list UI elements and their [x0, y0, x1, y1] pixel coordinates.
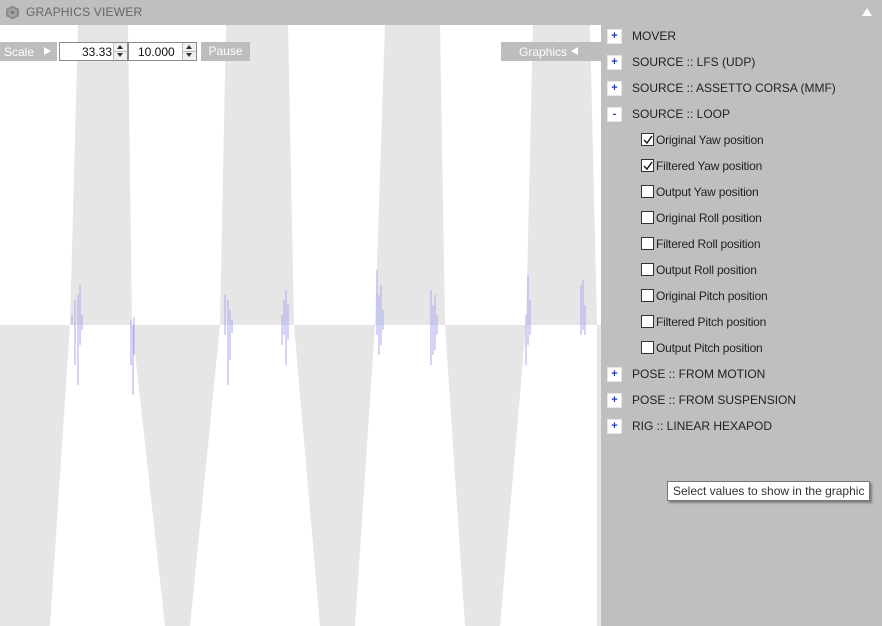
graphics-toggle-button[interactable]: Graphics: [501, 42, 601, 61]
checkbox[interactable]: [641, 211, 654, 224]
checkbox-label: Output Pitch position: [656, 341, 763, 355]
tree-node-label: SOURCE :: LFS (UDP): [632, 55, 756, 69]
range-stepper-buttons: [182, 43, 196, 60]
arrow-up-icon: [186, 45, 192, 49]
checkbox[interactable]: [641, 237, 654, 250]
checkbox-label: Output Roll position: [656, 263, 757, 277]
signal-band-upper: [526, 25, 597, 325]
tree-node-label: POSE :: FROM MOTION: [632, 367, 766, 381]
collapse-minus-icon[interactable]: -: [607, 107, 622, 122]
scale-label: Scale: [4, 45, 35, 59]
checkbox-label: Original Yaw position: [656, 133, 764, 147]
checkbox[interactable]: [641, 133, 654, 146]
arrow-down-icon: [117, 53, 123, 57]
scale-stepper-buttons: [113, 43, 127, 60]
checkbox[interactable]: [641, 315, 654, 328]
range-decrement-button[interactable]: [183, 51, 196, 59]
checkbox-label: Original Pitch position: [656, 289, 768, 303]
checkbox-label: Filtered Yaw position: [656, 159, 763, 173]
tree-node-label: RIG :: LINEAR HEXAPOD: [632, 419, 773, 433]
play-arrow-icon: [44, 47, 51, 55]
checkbox-filtered-roll[interactable]: Filtered Roll position: [641, 233, 881, 255]
expand-plus-icon[interactable]: +: [607, 393, 622, 408]
checkmark-icon: [643, 135, 653, 145]
checkbox-label: Output Yaw position: [656, 185, 759, 199]
graphics-canvas: [0, 25, 601, 626]
scale-toggle-button[interactable]: Scale: [0, 42, 57, 61]
expand-plus-icon[interactable]: +: [607, 419, 622, 434]
graphics-plot-area[interactable]: Scale Pause Graphics: [0, 25, 601, 626]
checkbox-original-pitch[interactable]: Original Pitch position: [641, 285, 881, 307]
app-logo-icon: [6, 5, 19, 20]
checkbox-label: Filtered Pitch position: [656, 315, 767, 329]
checkbox[interactable]: [641, 341, 654, 354]
checkbox[interactable]: [641, 159, 654, 172]
tree-node-source-loop[interactable]: - SOURCE :: LOOP: [601, 103, 882, 125]
tree-node-label: SOURCE :: LOOP: [632, 107, 731, 121]
window-title: GRAPHICS VIEWER: [26, 5, 143, 19]
tooltip: Select values to show in the graphic: [667, 481, 871, 501]
signal-band-lower: [0, 325, 70, 626]
checkbox-label: Filtered Roll position: [656, 237, 761, 251]
expand-plus-icon[interactable]: +: [607, 81, 622, 96]
checkmark-icon: [643, 161, 653, 171]
arrow-up-icon: [117, 45, 123, 49]
values-tree-panel: + MOVER + SOURCE :: LFS (UDP) + SOURCE :…: [601, 25, 882, 626]
tree-node-pose-motion[interactable]: + POSE :: FROM MOTION: [601, 363, 882, 385]
checkbox-original-roll[interactable]: Original Roll position: [641, 207, 881, 229]
graphics-label: Graphics: [519, 45, 568, 59]
tree-node-source-lfs[interactable]: + SOURCE :: LFS (UDP): [601, 51, 882, 73]
tree-node-pose-suspension[interactable]: + POSE :: FROM SUSPENSION: [601, 389, 882, 411]
checkbox[interactable]: [641, 263, 654, 276]
range-value-stepper[interactable]: [128, 42, 197, 61]
scale-value-input[interactable]: [60, 43, 114, 60]
collapse-left-arrow-icon: [571, 47, 578, 55]
signal-band-lower: [132, 325, 220, 626]
checkbox[interactable]: [641, 185, 654, 198]
scale-value-stepper[interactable]: [59, 42, 128, 61]
expand-plus-icon[interactable]: +: [607, 367, 622, 382]
expand-plus-icon[interactable]: +: [607, 55, 622, 70]
tree-node-mover[interactable]: + MOVER: [601, 25, 882, 47]
checkbox-filtered-yaw[interactable]: Filtered Yaw position: [641, 155, 881, 177]
range-value-input[interactable]: [129, 43, 183, 60]
checkbox-output-pitch[interactable]: Output Pitch position: [641, 337, 881, 359]
title-bar: GRAPHICS VIEWER: [0, 0, 882, 25]
checkbox-output-yaw[interactable]: Output Yaw position: [641, 181, 881, 203]
tree-node-rig-hexapod[interactable]: + RIG :: LINEAR HEXAPOD: [601, 415, 882, 437]
tree-node-source-assetto[interactable]: + SOURCE :: ASSETTO CORSA (MMF): [601, 77, 882, 99]
tree-node-label: POSE :: FROM SUSPENSION: [632, 393, 797, 407]
pause-button[interactable]: Pause: [201, 42, 250, 61]
collapse-up-icon[interactable]: [862, 8, 872, 16]
arrow-down-icon: [186, 53, 192, 57]
expand-plus-icon[interactable]: +: [607, 29, 622, 44]
checkbox-original-yaw[interactable]: Original Yaw position: [641, 129, 881, 151]
tree-node-label: SOURCE :: ASSETTO CORSA (MMF): [632, 81, 836, 95]
scale-decrement-button[interactable]: [114, 51, 127, 59]
signal-band-upper: [70, 25, 132, 325]
signal-band-upper: [220, 25, 294, 325]
checkbox-output-roll[interactable]: Output Roll position: [641, 259, 881, 281]
tree-node-label: MOVER: [632, 29, 677, 43]
signal-band-lower: [445, 325, 526, 626]
checkbox-label: Original Roll position: [656, 211, 762, 225]
signal-band-upper: [375, 25, 445, 325]
signal-band-lower: [294, 325, 375, 626]
checkbox-filtered-pitch[interactable]: Filtered Pitch position: [641, 311, 881, 333]
checkbox[interactable]: [641, 289, 654, 302]
